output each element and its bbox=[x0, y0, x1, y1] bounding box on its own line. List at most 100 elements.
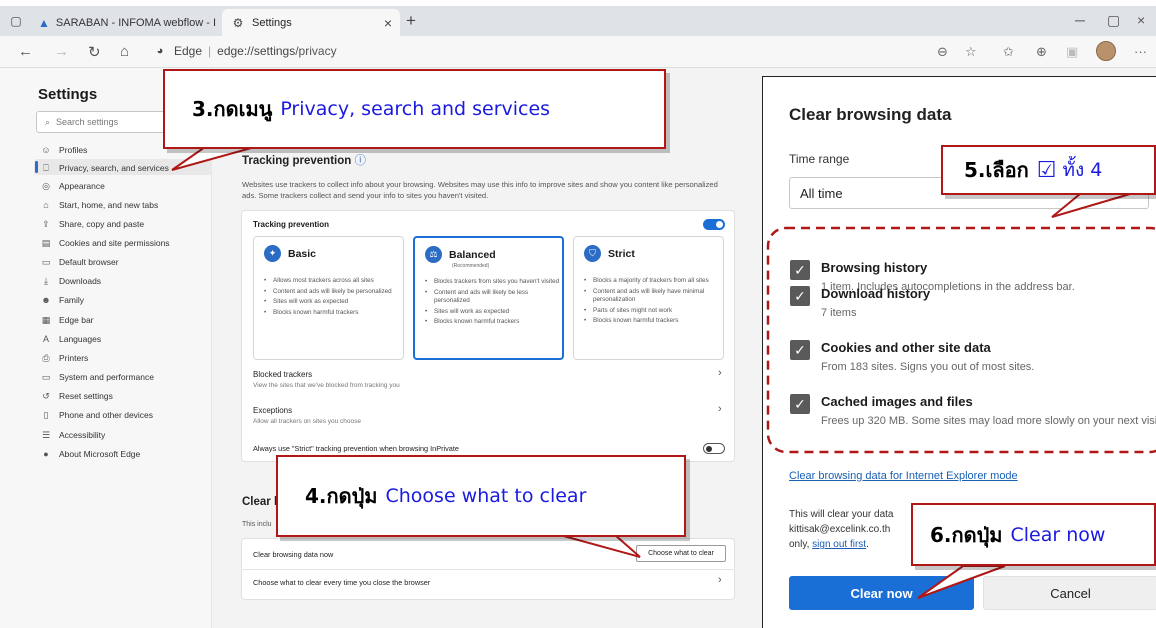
tracking-card-label: Tracking prevention bbox=[253, 220, 330, 229]
sidebar-item-start-home-and-new-tabs[interactable]: ⌂ Start, home, and new tabs bbox=[40, 197, 158, 213]
clear-now-row-label: Clear browsing data now bbox=[253, 550, 334, 559]
item-desc: 7 items bbox=[821, 307, 857, 319]
option-balanced[interactable]: ⚖ Balanced (Recommended) Blocks trackers… bbox=[413, 236, 564, 360]
close-tab-icon[interactable]: × bbox=[384, 15, 392, 31]
sidebar-item-appearance[interactable]: ◎ Appearance bbox=[40, 178, 105, 194]
more-icon[interactable]: ··· bbox=[1134, 44, 1147, 59]
item-desc: From 183 sites. Signs you out of most si… bbox=[821, 361, 1035, 373]
permissions-icon: ▤ bbox=[41, 237, 51, 248]
tab-bar: ▢ ▲ SARABAN - INFOMA webflow - I × ⚙ Set… bbox=[0, 6, 1156, 36]
back-icon[interactable]: ← bbox=[18, 43, 33, 60]
sidebar-item-label: Family bbox=[59, 295, 85, 305]
option-strict[interactable]: ⛉ Strict Blocks a majority of trackers f… bbox=[573, 236, 724, 360]
sidebar-item-cookies-and-site-permissions[interactable]: ▤ Cookies and site permissions bbox=[40, 235, 170, 251]
settings-sidebar: Settings ⌕ Search settings ☺ Profiles ⎕ Pri… bbox=[0, 68, 212, 628]
option-bullets: Allows most trackers across all sites Co… bbox=[264, 277, 399, 320]
chevron-right-icon[interactable]: › bbox=[718, 403, 722, 415]
favorite-add-icon[interactable]: ☆ bbox=[965, 44, 977, 60]
sidebar-item-default-browser[interactable]: ▭ Default browser bbox=[40, 254, 119, 270]
cancel-button[interactable]: Cancel bbox=[983, 576, 1156, 610]
row-subtitle: View the sites that we've blocked from t… bbox=[253, 382, 400, 389]
item-desc: Frees up 320 MB. Some sites may load mor… bbox=[821, 415, 1156, 427]
option-basic[interactable]: ✦ Basic Allows most trackers across all … bbox=[253, 236, 404, 360]
checkbox-checked-icon[interactable]: ✓ bbox=[790, 260, 810, 280]
refresh-icon[interactable]: ↻ bbox=[88, 43, 101, 61]
basic-icon: ✦ bbox=[264, 245, 281, 262]
balance-icon: ⚖ bbox=[425, 246, 442, 263]
appearance-icon: ◎ bbox=[42, 180, 50, 191]
checkbox-checked-icon[interactable]: ✓ bbox=[790, 340, 810, 360]
sidebar-item-edge-bar[interactable]: ▦ Edge bar bbox=[40, 312, 94, 328]
sidebar-item-label: System and performance bbox=[59, 372, 154, 382]
sidebar-item-label: Downloads bbox=[59, 276, 102, 286]
sidebar-item-profiles[interactable]: ☺ Profiles bbox=[40, 142, 87, 158]
sidebar-item-label: About Microsoft Edge bbox=[59, 449, 141, 459]
clear-on-close-row[interactable]: Choose what to clear every time you clos… bbox=[253, 578, 430, 587]
collections-icon[interactable]: ⊕ bbox=[1036, 44, 1047, 60]
profile-icon: ☺ bbox=[41, 145, 51, 155]
sidebar-item-family[interactable]: ☻ Family bbox=[40, 292, 84, 308]
extensions-icon[interactable]: ▣ bbox=[1066, 44, 1078, 60]
sidebar-item-label: Printers bbox=[59, 353, 89, 363]
sidebar-item-label: Reset settings bbox=[59, 391, 113, 401]
checkbox-checked-icon[interactable]: ✓ bbox=[790, 286, 810, 306]
option-name: Basic bbox=[288, 248, 317, 260]
zoom-icon[interactable]: ⊖ bbox=[937, 44, 948, 60]
avatar[interactable] bbox=[1096, 41, 1116, 61]
exceptions-row[interactable]: Exceptions Allow all trackers on sites y… bbox=[253, 406, 361, 425]
sidebar-item-accessibility[interactable]: ☰ Accessibility bbox=[40, 427, 105, 443]
minimize-icon[interactable]: ─ bbox=[1075, 12, 1085, 28]
close-window-icon[interactable]: × bbox=[1137, 12, 1145, 28]
option-name: Strict bbox=[608, 248, 635, 260]
sidebar-item-label: Share, copy and paste bbox=[59, 219, 145, 229]
sidebar-item-reset-settings[interactable]: ↺ Reset settings bbox=[40, 388, 113, 404]
selected-item-indicator bbox=[35, 161, 38, 173]
item-title: Browsing history bbox=[821, 260, 928, 275]
search-icon: ⌕ bbox=[45, 116, 51, 127]
reset-icon: ↺ bbox=[42, 390, 50, 401]
maximize-icon[interactable]: ▢ bbox=[1107, 12, 1120, 29]
sign-out-link[interactable]: sign out first bbox=[812, 539, 866, 550]
ie-mode-link[interactable]: Clear browsing data for Internet Explore… bbox=[789, 470, 1018, 482]
clear-now-button[interactable]: Clear now bbox=[789, 576, 974, 610]
data-type-list: ✓ Browsing history 1 item. Includes auto… bbox=[778, 220, 1156, 458]
forward-icon[interactable]: → bbox=[54, 43, 69, 60]
home-icon[interactable]: ⌂ bbox=[120, 43, 129, 60]
new-tab-icon[interactable]: + bbox=[406, 11, 416, 31]
option-recommended: (Recommended) bbox=[452, 263, 490, 269]
sidebar-item-label: Start, home, and new tabs bbox=[59, 200, 159, 210]
favorites-icon[interactable]: ✩ bbox=[1003, 44, 1014, 60]
sidebar-item-label: Edge bar bbox=[59, 315, 94, 325]
inprivate-toggle[interactable] bbox=[703, 443, 725, 454]
callout-step-6: 6.กดปุ่ม Clear now bbox=[911, 503, 1156, 566]
sidebar-item-label: Languages bbox=[59, 334, 102, 344]
accessibility-icon: ☰ bbox=[41, 429, 51, 440]
chevron-right-icon[interactable]: › bbox=[718, 574, 722, 586]
checkbox-checked-icon[interactable]: ✓ bbox=[790, 394, 810, 414]
sidebar-item-languages[interactable]: A Languages bbox=[40, 331, 101, 347]
tab-saraban[interactable]: ▲ SARABAN - INFOMA webflow - I × bbox=[30, 9, 222, 36]
choose-what-to-clear-button[interactable]: Choose what to clear bbox=[636, 545, 726, 562]
sidebar-item-phone-and-other-devices[interactable]: ▯ Phone and other devices bbox=[40, 407, 154, 423]
sidebar-item-label: Default browser bbox=[59, 257, 119, 267]
tab-actions-icon[interactable]: ▢ bbox=[8, 13, 24, 29]
inprivate-row: Always use "Strict" tracking prevention … bbox=[253, 444, 459, 453]
printer-icon: ⎙ bbox=[42, 352, 50, 363]
sidebar-item-share-copy-and-paste[interactable]: ⇪ Share, copy and paste bbox=[40, 216, 144, 232]
sidebar-item-about-microsoft-edge[interactable]: ● About Microsoft Edge bbox=[40, 446, 140, 462]
url-field[interactable]: ◕ Edge | edge://settings/privacy bbox=[152, 43, 337, 59]
sidebar-item-system-and-performance[interactable]: ▭ System and performance bbox=[40, 369, 154, 385]
time-range-label: Time range bbox=[789, 152, 850, 166]
sidebar-item-privacy-search-and-services[interactable]: ⎕ Privacy, search, and services bbox=[40, 160, 169, 176]
sidebar-item-downloads[interactable]: ⤓ Downloads bbox=[40, 273, 101, 289]
tab-title: Settings bbox=[252, 16, 292, 29]
tracking-toggle[interactable] bbox=[703, 219, 725, 230]
chevron-right-icon[interactable]: › bbox=[718, 367, 722, 379]
gear-icon: ⚙ bbox=[232, 15, 244, 30]
blocked-trackers-row[interactable]: Blocked trackers View the sites that we'… bbox=[253, 370, 400, 389]
url-separator: | bbox=[208, 44, 212, 58]
sidebar-item-printers[interactable]: ⎙ Printers bbox=[40, 350, 88, 366]
time-range-value: All time bbox=[800, 185, 843, 201]
sidebar-item-label: Accessibility bbox=[59, 430, 106, 440]
tab-settings[interactable]: ⚙ Settings × bbox=[222, 9, 400, 36]
